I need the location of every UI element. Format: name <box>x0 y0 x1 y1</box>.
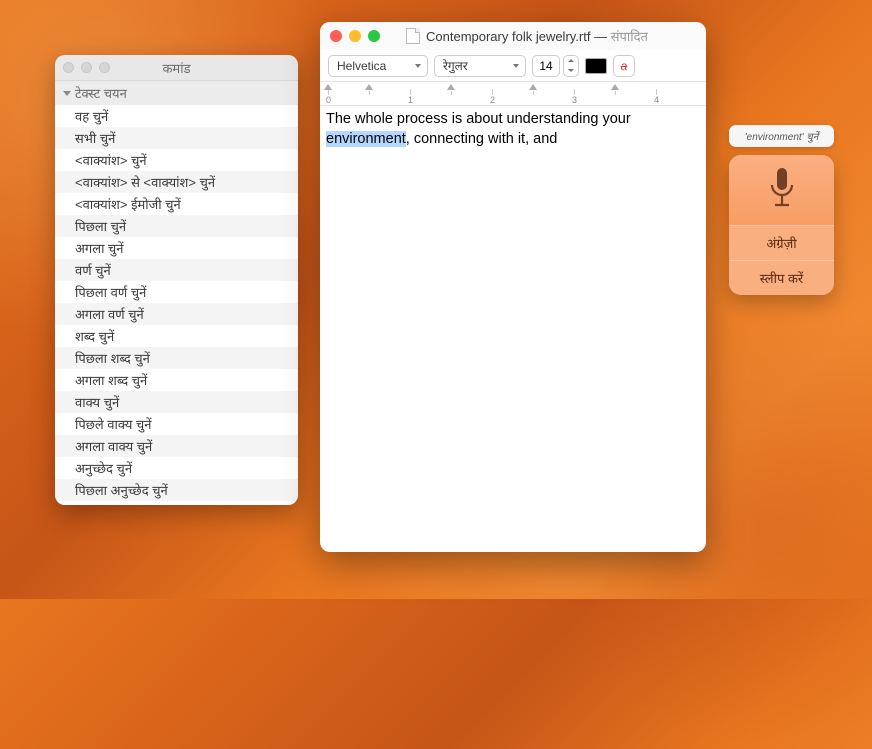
ruler-number: 2 <box>490 95 495 105</box>
command-item[interactable]: पिछला चुनें <box>55 215 298 237</box>
command-item[interactable]: अगला चुनें <box>55 237 298 259</box>
command-item[interactable]: अगला शब्द चुनें <box>55 369 298 391</box>
font-style-select[interactable]: रेगुलर <box>434 55 526 77</box>
textedit-toolbar: Helvetica रेगुलर 14 a <box>320 50 706 82</box>
command-item[interactable]: अनुच्छेद चुनें <box>55 457 298 479</box>
tab-stop-icon[interactable] <box>529 84 537 90</box>
textedit-titlebar[interactable]: Contemporary folk jewelry.rtf — संपादित <box>320 22 706 50</box>
font-size-stepper[interactable] <box>563 55 579 77</box>
zoom-icon[interactable] <box>99 62 110 73</box>
command-item[interactable]: अगला वर्ण चुनें <box>55 303 298 325</box>
ruler-number: 1 <box>408 95 413 105</box>
voice-sleep-button[interactable]: स्लीप करें <box>729 260 834 295</box>
close-icon[interactable] <box>330 30 342 42</box>
voice-control-panel: 'environment' चुनें अंग्रेज़ी स्लीप करें <box>729 125 834 295</box>
section-label: टेक्स्ट चयन <box>75 84 127 102</box>
commands-window: कमांड टेक्स्ट चयन वह चुनेंसभी चुनें<वाक्… <box>55 55 298 505</box>
commands-section-header[interactable]: टेक्स्ट चयन <box>55 81 298 105</box>
command-item[interactable]: अगला वाक्य चुनें <box>55 435 298 457</box>
tab-stop-icon[interactable] <box>447 84 455 90</box>
command-item[interactable]: शब्द चुनें <box>55 325 298 347</box>
voice-language-button[interactable]: अंग्रेज़ी <box>729 225 834 260</box>
voice-control-widget: अंग्रेज़ी स्लीप करें <box>729 155 834 295</box>
microphone-icon <box>765 165 799 216</box>
command-item[interactable]: वर्ण चुनें <box>55 259 298 281</box>
command-item[interactable]: पिछला अनुच्छेद चुनें <box>55 479 298 501</box>
document-icon <box>406 28 420 44</box>
ruler-number: 3 <box>572 95 577 105</box>
font-family-select[interactable]: Helvetica <box>328 55 428 77</box>
command-item[interactable]: पिछला शब्द चुनें <box>55 347 298 369</box>
close-icon[interactable] <box>63 62 74 73</box>
minimize-icon[interactable] <box>81 62 92 73</box>
document-body[interactable]: The whole process is about understanding… <box>320 106 706 552</box>
command-item[interactable]: <वाक्यांश> ईमोजी चुनें <box>55 193 298 215</box>
document-title: Contemporary folk jewelry.rtf — संपादित <box>426 27 648 45</box>
command-item[interactable]: पिछले वाक्य चुनें <box>55 413 298 435</box>
command-item[interactable]: वाक्य चुनें <box>55 391 298 413</box>
commands-list[interactable]: वह चुनेंसभी चुनें<वाक्यांश> चुनें<वाक्या… <box>55 105 298 505</box>
indent-marker-icon[interactable] <box>324 84 332 90</box>
selected-text: environment <box>326 131 406 147</box>
chevron-down-icon <box>63 91 71 96</box>
textedit-window: Contemporary folk jewelry.rtf — संपादित … <box>320 22 706 552</box>
strikethrough-button[interactable]: a <box>613 55 635 77</box>
commands-titlebar[interactable]: कमांड <box>55 55 298 81</box>
ruler-number: 4 <box>654 95 659 105</box>
ruler-number: 0 <box>326 95 331 105</box>
microphone-area[interactable] <box>729 155 834 225</box>
body-text: The whole process is about understanding… <box>326 111 631 127</box>
font-size-field[interactable]: 14 <box>532 55 560 77</box>
minimize-icon[interactable] <box>349 30 361 42</box>
tab-stop-icon[interactable] <box>611 84 619 90</box>
voice-feedback-bubble: 'environment' चुनें <box>729 125 834 147</box>
command-item[interactable]: अगला अनुच्छेद चुनें <box>55 501 298 505</box>
command-item[interactable]: सभी चुनें <box>55 127 298 149</box>
text-color-swatch[interactable] <box>585 58 607 74</box>
ruler[interactable]: 0 1 2 3 4 <box>320 82 706 106</box>
zoom-icon[interactable] <box>368 30 380 42</box>
command-item[interactable]: पिछला वर्ण चुनें <box>55 281 298 303</box>
command-item[interactable]: वह चुनें <box>55 105 298 127</box>
command-item[interactable]: <वाक्यांश> चुनें <box>55 149 298 171</box>
body-text: , connecting with it, and <box>406 131 558 147</box>
tab-stop-icon[interactable] <box>365 84 373 90</box>
command-item[interactable]: <वाक्यांश> से <वाक्यांश> चुनें <box>55 171 298 193</box>
